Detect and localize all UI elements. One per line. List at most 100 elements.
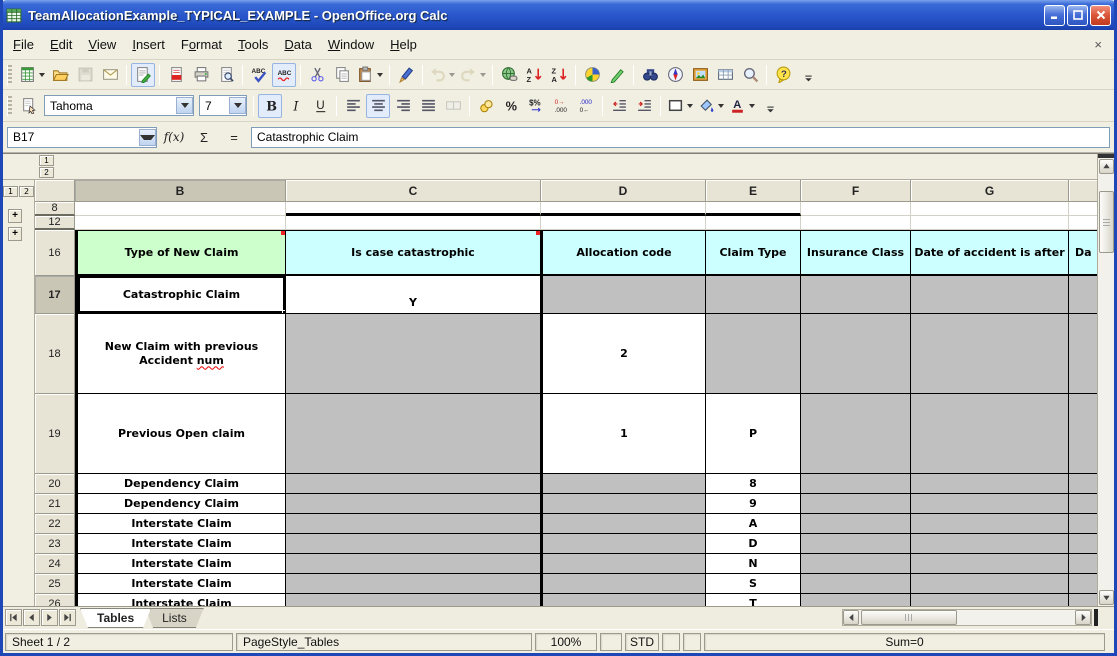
cell-B21[interactable]: Dependency Claim bbox=[75, 494, 286, 514]
cell-C25[interactable] bbox=[286, 574, 541, 594]
cell-D19[interactable]: 1 bbox=[541, 394, 706, 474]
titlebar[interactable]: TeamAllocationExample_TYPICAL_EXAMPLE - … bbox=[0, 0, 1117, 30]
cell-G18[interactable] bbox=[911, 314, 1069, 394]
cell-B26[interactable]: Interstate Claim bbox=[75, 594, 286, 606]
status-zoom-level[interactable]: 100% bbox=[535, 633, 597, 651]
column-group-level-button[interactable]: 1 bbox=[39, 155, 54, 166]
borders-button[interactable] bbox=[665, 94, 695, 118]
row-header-24[interactable]: 24 bbox=[35, 554, 75, 574]
cell-F26[interactable] bbox=[801, 594, 911, 606]
zoom-button[interactable] bbox=[738, 63, 762, 87]
horizontal-split-box[interactable] bbox=[1094, 609, 1098, 626]
toolbar-options-button[interactable] bbox=[796, 63, 820, 87]
cell-C12[interactable] bbox=[286, 216, 541, 230]
data-sources-button[interactable] bbox=[713, 63, 737, 87]
row-header-26[interactable]: 26 bbox=[35, 594, 75, 606]
cell-F19[interactable] bbox=[801, 394, 911, 474]
hyperlink-button[interactable] bbox=[497, 63, 521, 87]
status-sum[interactable]: Sum=0 bbox=[704, 633, 1105, 651]
cell-F25[interactable] bbox=[801, 574, 911, 594]
cell-C24[interactable] bbox=[286, 554, 541, 574]
cell-E19[interactable]: P bbox=[706, 394, 801, 474]
column-header-G[interactable]: G bbox=[911, 180, 1069, 202]
styles-window-button[interactable] bbox=[17, 94, 41, 118]
menu-edit[interactable]: Edit bbox=[42, 33, 80, 56]
cell-G16[interactable]: Date of accident is after bbox=[911, 230, 1069, 276]
copy-button[interactable] bbox=[330, 63, 354, 87]
sheet-tab-lists[interactable]: Lists bbox=[145, 608, 204, 628]
align-left-button[interactable] bbox=[341, 94, 365, 118]
menu-view[interactable]: View bbox=[80, 33, 124, 56]
cell-G12[interactable] bbox=[911, 216, 1069, 230]
find-replace-button[interactable] bbox=[638, 63, 662, 87]
function-wizard-button[interactable]: f(x) bbox=[161, 126, 187, 148]
cell-C19[interactable] bbox=[286, 394, 541, 474]
cell-C26[interactable] bbox=[286, 594, 541, 606]
dropdown-arrow-icon[interactable] bbox=[480, 73, 486, 77]
horizontal-scrollbar[interactable] bbox=[842, 609, 1092, 626]
scroll-right-icon[interactable] bbox=[1075, 610, 1091, 625]
name-box-dropdown-icon[interactable] bbox=[139, 129, 156, 146]
sum-button[interactable]: Σ bbox=[191, 126, 217, 148]
export-pdf-button[interactable] bbox=[164, 63, 188, 87]
cell-F22[interactable] bbox=[801, 514, 911, 534]
split-box[interactable] bbox=[1098, 154, 1114, 158]
cell-G25[interactable] bbox=[911, 574, 1069, 594]
menu-help[interactable]: Help bbox=[382, 33, 425, 56]
sort-ascending-button[interactable]: AZ bbox=[522, 63, 546, 87]
combo-dropdown-icon[interactable] bbox=[176, 97, 193, 114]
font-size-combo[interactable]: 7 bbox=[199, 95, 247, 116]
row-group-level-button[interactable]: 1 bbox=[3, 186, 18, 197]
column-header-F[interactable]: F bbox=[801, 180, 911, 202]
cell-D20[interactable] bbox=[541, 474, 706, 494]
cell-C20[interactable] bbox=[286, 474, 541, 494]
cell-F18[interactable] bbox=[801, 314, 911, 394]
insert-chart-button[interactable] bbox=[580, 63, 604, 87]
cell-C8[interactable] bbox=[286, 202, 541, 216]
column-header-D[interactable]: D bbox=[541, 180, 706, 202]
number-standard-button[interactable]: $% bbox=[524, 94, 548, 118]
cell-D8[interactable] bbox=[541, 202, 706, 216]
cell-C16[interactable]: Is case catastrophic bbox=[286, 230, 541, 276]
row-group-expand-button[interactable]: + bbox=[8, 227, 22, 241]
column-header-C[interactable]: C bbox=[286, 180, 541, 202]
status-sheet-position[interactable]: Sheet 1 / 2 bbox=[5, 633, 233, 651]
cell-B17[interactable]: Catastrophic Claim bbox=[75, 276, 286, 314]
italic-button[interactable]: I bbox=[283, 94, 307, 118]
undo-button[interactable] bbox=[427, 63, 457, 87]
cell-B12[interactable] bbox=[75, 216, 286, 230]
page-preview-button[interactable] bbox=[214, 63, 238, 87]
font-name-combo[interactable]: Tahoma bbox=[44, 95, 194, 116]
scroll-up-icon[interactable] bbox=[1099, 159, 1114, 174]
save-button[interactable] bbox=[73, 63, 97, 87]
cell-D26[interactable] bbox=[541, 594, 706, 606]
menu-data[interactable]: Data bbox=[276, 33, 319, 56]
status-insert-mode[interactable]: STD bbox=[625, 633, 659, 651]
vertical-scrollbar[interactable] bbox=[1097, 154, 1114, 606]
cell-B22[interactable]: Interstate Claim bbox=[75, 514, 286, 534]
cell-D12[interactable] bbox=[541, 216, 706, 230]
underline-button[interactable]: U bbox=[308, 94, 332, 118]
cell-D23[interactable] bbox=[541, 534, 706, 554]
menu-window[interactable]: Window bbox=[320, 33, 382, 56]
cell-B19[interactable]: Previous Open claim bbox=[75, 394, 286, 474]
dropdown-arrow-icon[interactable] bbox=[749, 104, 755, 108]
cell-G8[interactable] bbox=[911, 202, 1069, 216]
sort-descending-button[interactable]: ZA bbox=[547, 63, 571, 87]
cell-D21[interactable] bbox=[541, 494, 706, 514]
first-sheet-button[interactable] bbox=[5, 609, 22, 626]
cell-B16[interactable]: Type of New Claim bbox=[75, 230, 286, 276]
font-color-button[interactable]: A bbox=[727, 94, 757, 118]
scroll-left-icon[interactable] bbox=[843, 610, 859, 625]
number-percent-button[interactable]: % bbox=[499, 94, 523, 118]
cell-B18[interactable]: New Claim with previous Accident num bbox=[75, 314, 286, 394]
sheet-tab-tables[interactable]: Tables bbox=[80, 608, 151, 628]
toolbar-options-button[interactable] bbox=[758, 94, 782, 118]
row-header-19[interactable]: 19 bbox=[35, 394, 75, 474]
cell-C18[interactable] bbox=[286, 314, 541, 394]
format-paintbrush-button[interactable] bbox=[394, 63, 418, 87]
auto-spellcheck-button[interactable]: ABC bbox=[272, 63, 296, 87]
cell-E25[interactable]: S bbox=[706, 574, 801, 594]
cell-G22[interactable] bbox=[911, 514, 1069, 534]
cell-D22[interactable] bbox=[541, 514, 706, 534]
